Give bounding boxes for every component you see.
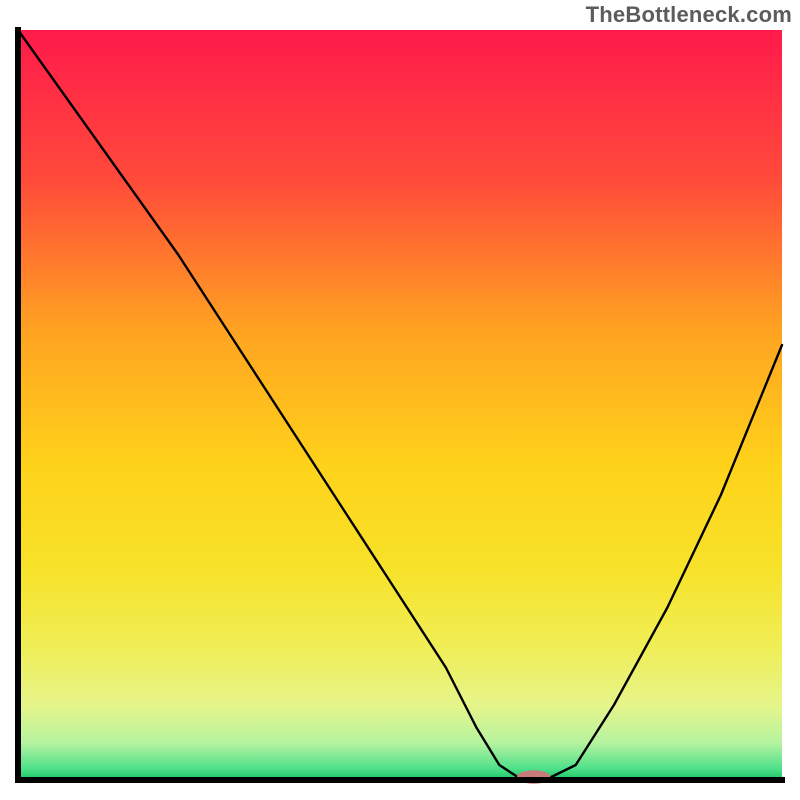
plot-area: [12, 26, 788, 788]
gradient-background: [18, 30, 782, 780]
chart-frame: TheBottleneck.com: [0, 0, 800, 800]
watermark-text: TheBottleneck.com: [586, 2, 792, 28]
bottleneck-chart: [12, 26, 788, 788]
